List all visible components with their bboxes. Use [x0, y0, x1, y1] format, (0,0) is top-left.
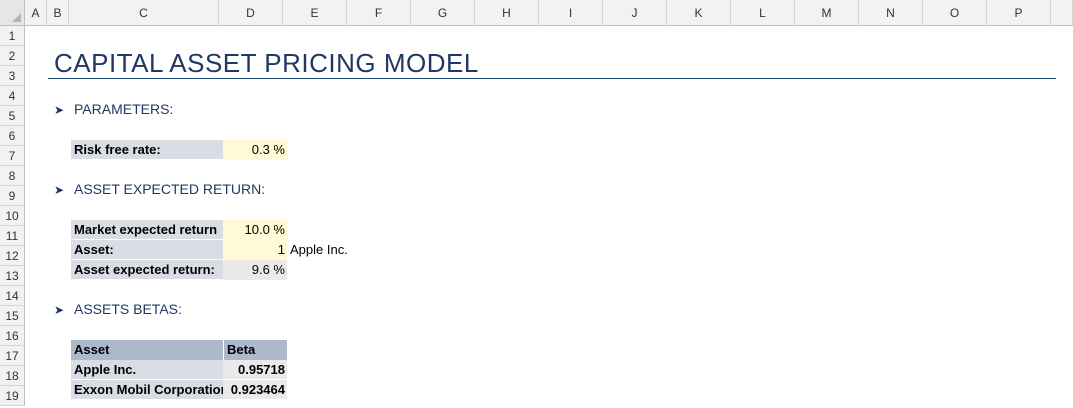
column-header-i[interactable]: I [539, 0, 603, 26]
section-betas-label: ASSETS BETAS: [74, 301, 182, 317]
asset-label[interactable]: Asset: [71, 240, 223, 260]
row-header-7[interactable]: 7 [0, 146, 25, 166]
row-header-15[interactable]: 15 [0, 306, 25, 326]
select-all-corner[interactable] [0, 0, 25, 26]
row-header-9[interactable]: 9 [0, 186, 25, 206]
column-header-l[interactable]: L [731, 0, 795, 26]
row-header-10[interactable]: 10 [0, 206, 25, 226]
section-betas: ➤ ASSETS BETAS: [54, 299, 182, 319]
arrow-right-icon: ➤ [54, 183, 65, 197]
arrow-right-icon: ➤ [54, 303, 65, 317]
column-header-o[interactable]: O [923, 0, 987, 26]
asset-selector-input[interactable]: 1 [223, 240, 287, 260]
table-row-beta[interactable]: 0.95718 [223, 360, 287, 380]
column-header-p[interactable]: P [987, 0, 1051, 26]
column-header-m[interactable]: M [795, 0, 859, 26]
row-header-17[interactable]: 17 [0, 346, 25, 366]
column-header-d[interactable]: D [219, 0, 283, 26]
row-header-12[interactable]: 12 [0, 246, 25, 266]
column-header-c[interactable]: C [69, 0, 219, 26]
table-header-asset[interactable]: Asset [71, 340, 223, 360]
column-header-g[interactable]: G [411, 0, 475, 26]
column-header-h[interactable]: H [475, 0, 539, 26]
table-row-asset[interactable]: Exxon Mobil Corporation [71, 380, 223, 400]
row-header-16[interactable]: 16 [0, 326, 25, 346]
asset-expected-return-value[interactable]: 9.6 % [223, 260, 287, 280]
row-header-6[interactable]: 6 [0, 126, 25, 146]
row-header-3[interactable]: 3 [0, 66, 25, 86]
column-header-e[interactable]: E [283, 0, 347, 26]
risk-free-rate-label[interactable]: Risk free rate: [71, 140, 223, 160]
row-header-19[interactable]: 19 [0, 386, 25, 406]
page-title: CAPITAL ASSET PRICING MODEL [54, 48, 479, 78]
row-header-13[interactable]: 13 [0, 266, 25, 286]
table-row-beta[interactable]: 0.923464 [223, 380, 287, 400]
row-header-18[interactable]: 18 [0, 366, 25, 386]
row-header-11[interactable]: 11 [0, 226, 25, 246]
title-underline [48, 78, 1056, 79]
market-expected-return-label[interactable]: Market expected return [71, 220, 223, 240]
column-header-a[interactable]: A [25, 0, 47, 26]
section-parameters: ➤ PARAMETERS: [54, 99, 173, 119]
column-header-filler [1051, 0, 1073, 26]
asset-name[interactable]: Apple Inc. [289, 240, 369, 260]
row-header-2[interactable]: 2 [0, 46, 25, 66]
column-header-b[interactable]: B [47, 0, 69, 26]
section-expected-return-label: ASSET EXPECTED RETURN: [74, 181, 266, 197]
row-header-8[interactable]: 8 [0, 166, 25, 186]
column-header-k[interactable]: K [667, 0, 731, 26]
arrow-right-icon: ➤ [54, 103, 65, 117]
section-parameters-label: PARAMETERS: [74, 101, 174, 117]
row-header-14[interactable]: 14 [0, 286, 25, 306]
select-all-triangle-icon [12, 13, 21, 22]
table-row-asset[interactable]: Apple Inc. [71, 360, 223, 380]
risk-free-rate-input[interactable]: 0.3 % [223, 140, 287, 160]
row-header-1[interactable]: 1 [0, 26, 25, 46]
column-header-f[interactable]: F [347, 0, 411, 26]
column-header-j[interactable]: J [603, 0, 667, 26]
column-header-n[interactable]: N [859, 0, 923, 26]
market-expected-return-input[interactable]: 10.0 % [223, 220, 287, 240]
section-expected-return: ➤ ASSET EXPECTED RETURN: [54, 179, 265, 199]
row-header-5[interactable]: 5 [0, 106, 25, 126]
table-header-beta[interactable]: Beta [224, 340, 287, 360]
asset-expected-return-label[interactable]: Asset expected return: [71, 260, 223, 280]
row-header-4[interactable]: 4 [0, 86, 25, 106]
